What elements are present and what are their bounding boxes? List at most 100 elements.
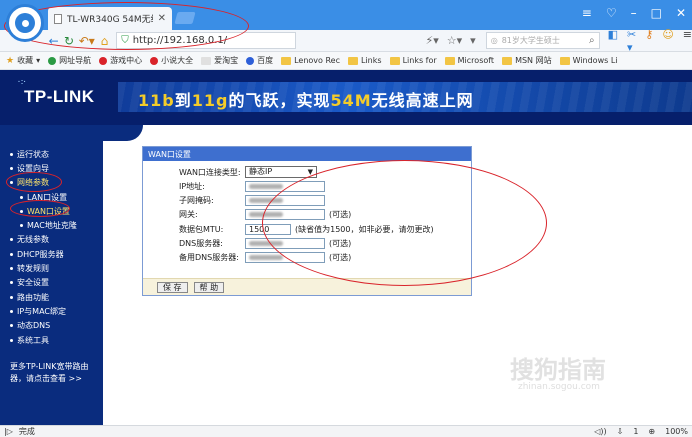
- bullet-icon: [20, 209, 23, 213]
- bullet-icon: [10, 152, 13, 156]
- banner: ·:· TP-LINK 11b到11g的飞跃，实现54M无线高速上网: [0, 70, 692, 125]
- conn-type-select[interactable]: 静态IP ▼: [245, 166, 317, 178]
- sidebar-item[interactable]: 运行状态: [0, 147, 103, 161]
- sidebar-item[interactable]: 转发规则: [0, 261, 103, 275]
- zoom-level[interactable]: 100%: [665, 427, 688, 436]
- new-tab-button[interactable]: [174, 12, 196, 24]
- gateway-note: (可选): [329, 209, 352, 219]
- bookmark-folder[interactable]: Links: [348, 56, 382, 65]
- tab-close-icon[interactable]: ✕: [158, 13, 166, 24]
- browser-tab[interactable]: TL-WR340G 54M无线 ✕: [48, 7, 172, 30]
- sidebar-toggle-icon[interactable]: |▷: [4, 427, 13, 436]
- site-icon: [48, 56, 57, 65]
- bookmark-star-icon[interactable]: ☆▾: [447, 34, 462, 47]
- folder-icon: [348, 56, 358, 65]
- speaker-icon[interactable]: ◁)): [594, 427, 606, 436]
- browser-logo-icon[interactable]: [6, 4, 44, 42]
- sidebar-item[interactable]: 网络参数: [0, 176, 103, 190]
- bullet-icon: [10, 295, 13, 299]
- ip-field[interactable]: [245, 180, 325, 192]
- bookmark-folder[interactable]: Microsoft: [444, 56, 494, 65]
- save-button[interactable]: 保 存: [157, 281, 188, 293]
- mtu-field[interactable]: 1500: [245, 223, 291, 235]
- bookmark-item[interactable]: 游戏中心: [99, 55, 142, 66]
- key-icon[interactable]: ⚷: [645, 28, 653, 54]
- more-products-link[interactable]: 更多TP-LINK宽带路由 器，请点击查看 >>: [0, 347, 103, 385]
- url-input[interactable]: ⛉ http://192.168.0.1/: [116, 32, 296, 49]
- search-icon[interactable]: ⌕: [589, 35, 595, 46]
- sidebar-item[interactable]: MAC地址克隆: [0, 218, 103, 232]
- bookmarks-bar: ★ 收藏 ▾ 网址导航 游戏中心 小说大全 爱淘宝 百度 Lenovo Rec Li…: [0, 52, 692, 70]
- bullet-icon: [10, 267, 13, 271]
- sidebar-item[interactable]: 系统工具: [0, 333, 103, 347]
- sidebar-item[interactable]: WAN口设置: [0, 204, 103, 218]
- status-text: 完成: [18, 427, 35, 436]
- tab-title: TL-WR340G 54M无线: [67, 15, 153, 25]
- undo-icon[interactable]: ↶▾: [77, 34, 97, 48]
- download-icon[interactable]: ⇩: [617, 427, 624, 436]
- close-window-icon[interactable]: ✕: [676, 6, 686, 20]
- sidebar-item[interactable]: 动态DNS: [0, 319, 103, 333]
- sidebar-item-label: DHCP服务器: [17, 249, 64, 259]
- bookmark-item[interactable]: 小说大全: [150, 55, 193, 66]
- sidebar-item-label: 无线参数: [17, 235, 49, 245]
- watermark-url: zhinan.sogou.com: [518, 382, 600, 392]
- sidebar-item-label: 动态DNS: [17, 321, 51, 331]
- menu-icon[interactable]: ≡: [582, 6, 592, 20]
- dns2-label: 备用DNS服务器:: [179, 252, 239, 262]
- search-placeholder: 81岁大学生硕士: [501, 36, 560, 45]
- lightning-icon[interactable]: ⚡▾: [426, 34, 439, 47]
- more-menu-icon[interactable]: ≡: [683, 28, 692, 54]
- sidebar-item[interactable]: 设置向导: [0, 161, 103, 175]
- gateway-field[interactable]: [245, 208, 325, 220]
- bookmark-folder[interactable]: MSN 网站: [502, 55, 552, 66]
- smile-icon[interactable]: ☺: [662, 28, 673, 54]
- skin-icon[interactable]: ♡: [606, 6, 617, 20]
- bookmark-folder[interactable]: Lenovo Rec: [281, 56, 340, 65]
- window-controls: ≡ ♡ – □ ✕: [582, 6, 686, 20]
- bullet-icon: [20, 195, 23, 199]
- bullet-icon: [10, 309, 13, 313]
- bookmark-folder[interactable]: Windows Li: [559, 56, 618, 65]
- zoom-icon[interactable]: ⊕: [648, 427, 655, 436]
- minimize-icon[interactable]: –: [631, 6, 637, 20]
- dns2-note: (可选): [329, 252, 352, 262]
- help-button[interactable]: 帮 助: [193, 281, 225, 293]
- sidebar-item[interactable]: IP与MAC绑定: [0, 304, 103, 318]
- status-bar: |▷ 完成 ◁)) ⇩ 1 ⊕ 100%: [0, 425, 692, 437]
- bookmark-item[interactable]: 百度: [246, 55, 273, 66]
- refresh-icon[interactable]: ↻: [61, 34, 76, 48]
- sidebar-item[interactable]: DHCP服务器: [0, 247, 103, 261]
- folder-icon: [389, 56, 400, 65]
- sidebar-item[interactable]: 路由功能: [0, 290, 103, 304]
- dropdown-icon[interactable]: ▾: [470, 34, 476, 47]
- sidebar-item-label: 系统工具: [17, 335, 49, 345]
- bookmark-folder[interactable]: Links for: [389, 56, 437, 65]
- search-input[interactable]: ◎ 81岁大学生硕士 ⌕: [485, 32, 600, 49]
- bullet-icon: [10, 181, 13, 185]
- dns2-field[interactable]: [245, 251, 325, 263]
- maximize-icon[interactable]: □: [651, 6, 662, 20]
- sidebar-item[interactable]: 无线参数: [0, 233, 103, 247]
- home-icon[interactable]: ⌂: [97, 34, 112, 48]
- sidebar-item[interactable]: LAN口设置: [0, 190, 103, 204]
- panel-title: WAN口设置: [143, 147, 471, 161]
- tplink-logo: ·:· TP-LINK: [18, 79, 95, 106]
- banner-strip: 11b到11g的飞跃，实现54M无线高速上网: [118, 82, 692, 112]
- router-page: ·:· TP-LINK 11b到11g的飞跃，实现54M无线高速上网 运行状态设…: [0, 70, 692, 425]
- extension-icon[interactable]: ◧: [608, 28, 618, 54]
- bookmark-item[interactable]: 网址导航: [48, 55, 91, 66]
- mask-field[interactable]: [245, 194, 325, 206]
- banner-slogan: 11b到11g的飞跃，实现54M无线高速上网: [138, 91, 474, 110]
- dns-field[interactable]: [245, 237, 325, 249]
- bullet-icon: [10, 281, 13, 285]
- bookmark-favorites[interactable]: ★ 收藏 ▾: [6, 55, 40, 66]
- page-icon: [54, 13, 62, 24]
- site-icon: [150, 56, 159, 65]
- bookmark-item[interactable]: 爱淘宝: [201, 55, 238, 66]
- sidebar-item[interactable]: 安全设置: [0, 276, 103, 290]
- back-icon[interactable]: ←: [46, 34, 61, 48]
- dropdown-arrow-icon: ▼: [307, 168, 313, 176]
- scissors-icon[interactable]: ✂▾: [627, 28, 636, 54]
- dns-label: DNS服务器:: [179, 238, 223, 248]
